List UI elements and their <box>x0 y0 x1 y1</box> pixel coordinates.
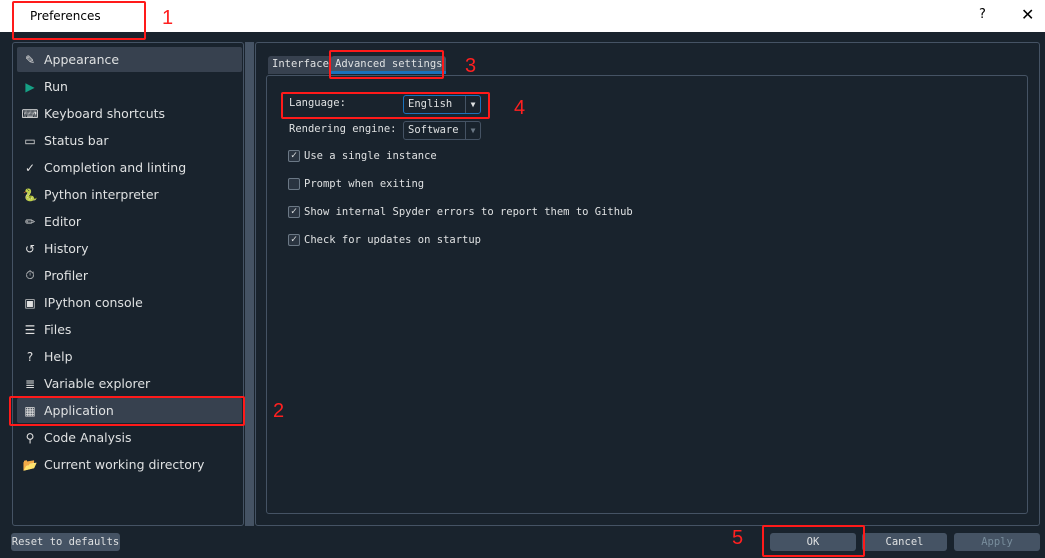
sidebar-item-label: Current working directory <box>44 457 205 472</box>
sidebar-item-profiler[interactable]: ⏱ Profiler <box>17 263 242 288</box>
current-working-directory-icon: 📂 <box>22 457 38 472</box>
sidebar-item-python-interpreter[interactable]: 🐍 Python interpreter <box>17 182 242 207</box>
history-icon: ↺ <box>24 241 36 256</box>
annotation-number: 1 <box>162 7 174 29</box>
sidebar-item-application[interactable]: ▦ Application <box>17 398 242 423</box>
annotation-number: 2 <box>273 400 285 422</box>
checkbox-label: Check for updates on startup <box>304 234 482 246</box>
sidebar-item-current-working-directory[interactable]: 📂 Current working directory <box>17 452 242 477</box>
checkbox-label: Show internal Spyder errors to report th… <box>304 206 633 218</box>
sidebar-item-label: Help <box>44 349 73 364</box>
profiler-icon: ⏱ <box>25 268 35 282</box>
checkbox-show-internal-spyder[interactable]: ✓ Show internal Spyder errors to report t… <box>288 206 633 218</box>
tab-advanced-settings[interactable]: Advanced settings <box>331 56 447 74</box>
checkbox-use-a-single[interactable]: ✓ Use a single instance <box>288 150 437 162</box>
ipython-console-icon: ▣ <box>24 295 36 310</box>
language-value: English <box>408 98 453 110</box>
checkbox-prompt-when-exiting[interactable]: Prompt when exiting <box>288 178 424 190</box>
checkbox-box[interactable]: ✓ <box>288 206 300 218</box>
sidebar-item-history[interactable]: ↺ History <box>17 236 242 261</box>
window-title: Preferences <box>30 9 101 23</box>
sidebar-item-label: Variable explorer <box>44 376 151 391</box>
cancel-button[interactable]: Cancel <box>862 533 947 551</box>
checkbox-check-for-updates[interactable]: ✓ Check for updates on startup <box>288 234 481 246</box>
annotation-number: 4 <box>514 97 526 119</box>
sidebar-item-code-analysis[interactable]: ⚲ Code Analysis <box>17 425 242 450</box>
sidebar-item-help[interactable]: ? Help <box>17 344 242 369</box>
python-interpreter-icon: 🐍 <box>22 187 38 202</box>
completion-and-linting-icon: ✓ <box>24 160 36 175</box>
sidebar-item-label: History <box>44 241 89 256</box>
files-icon: ☰ <box>24 322 36 337</box>
apply-button[interactable]: Apply <box>954 533 1040 551</box>
checkbox-label: Prompt when exiting <box>304 178 425 190</box>
sidebar-item-completion-and-linting[interactable]: ✓ Completion and linting <box>17 155 242 180</box>
sidebar-item-status-bar[interactable]: ▭ Status bar <box>17 128 242 153</box>
editor-icon: ✏ <box>24 214 36 229</box>
tab-interface[interactable]: Interface <box>268 56 333 74</box>
sidebar-item-label: IPython console <box>44 295 143 310</box>
sidebar-item-editor[interactable]: ✏ Editor <box>17 209 242 234</box>
sidebar-item-label: Application <box>44 403 114 418</box>
sidebar-item-appearance[interactable]: ✎ Appearance <box>17 47 242 72</box>
tab-content <box>266 75 1028 514</box>
engine-value: Software <box>408 124 459 136</box>
sidebar-item-label: Run <box>44 79 68 94</box>
ok-button[interactable]: OK <box>770 533 856 551</box>
annotation-number: 5 <box>732 527 744 549</box>
status-bar-icon: ▭ <box>24 133 36 148</box>
help-icon: ? <box>26 349 34 364</box>
checkbox-label: Use a single instance <box>304 150 437 162</box>
sidebar-item-label: Appearance <box>44 52 120 67</box>
run-icon: ▶ <box>25 79 35 94</box>
splitter-handle[interactable] <box>245 42 254 526</box>
variable-explorer-icon: ≣ <box>24 376 36 391</box>
sidebar-item-label: Completion and linting <box>44 160 187 175</box>
sidebar-item-run[interactable]: ▶ Run <box>17 74 242 99</box>
reset-defaults-button[interactable]: Reset to defaults <box>11 533 120 551</box>
rendering-engine-select[interactable]: Software ▼ <box>403 121 481 140</box>
annotation-number: 3 <box>465 55 477 77</box>
sidebar-item-label: Editor <box>44 214 81 229</box>
sidebar-item-files[interactable]: ☰ Files <box>17 317 242 342</box>
sidebar-item-label: Code Analysis <box>44 430 132 445</box>
sidebar-item-variable-explorer[interactable]: ≣ Variable explorer <box>17 371 242 396</box>
application-icon: ▦ <box>24 403 36 418</box>
keyboard-shortcuts-icon: ⌨ <box>21 106 39 121</box>
title-bar: Preferences ? ✕ <box>0 0 1045 32</box>
sidebar: ✎ Appearance ▶ Run ⌨ Keyboard shortcuts ▭ Statu… <box>12 42 244 526</box>
sidebar-item-label: Python interpreter <box>44 187 159 202</box>
sidebar-item-label: Keyboard shortcuts <box>44 106 166 121</box>
sidebar-item-ipython-console[interactable]: ▣ IPython console <box>17 290 242 315</box>
checkbox-box[interactable]: ✓ <box>288 234 300 246</box>
sidebar-item-label: Status bar <box>44 133 109 148</box>
sidebar-item-keyboard-shortcuts[interactable]: ⌨ Keyboard shortcuts <box>17 101 242 126</box>
code-analysis-icon: ⚲ <box>25 430 35 445</box>
checkbox-box[interactable] <box>288 178 300 190</box>
language-select[interactable]: English ▼ <box>403 95 481 114</box>
chevron-down-icon: ▼ <box>465 122 480 139</box>
sidebar-item-label: Profiler <box>44 268 89 283</box>
rendering-engine-label: Rendering engine: <box>289 123 397 135</box>
appearance-icon: ✎ <box>24 52 36 67</box>
checkbox-box[interactable]: ✓ <box>288 150 300 162</box>
close-button[interactable]: ✕ <box>1021 5 1034 24</box>
help-button[interactable]: ? <box>979 7 986 22</box>
sidebar-item-label: Files <box>44 322 72 337</box>
chevron-down-icon: ▼ <box>465 96 480 113</box>
language-label: Language: <box>289 97 346 109</box>
